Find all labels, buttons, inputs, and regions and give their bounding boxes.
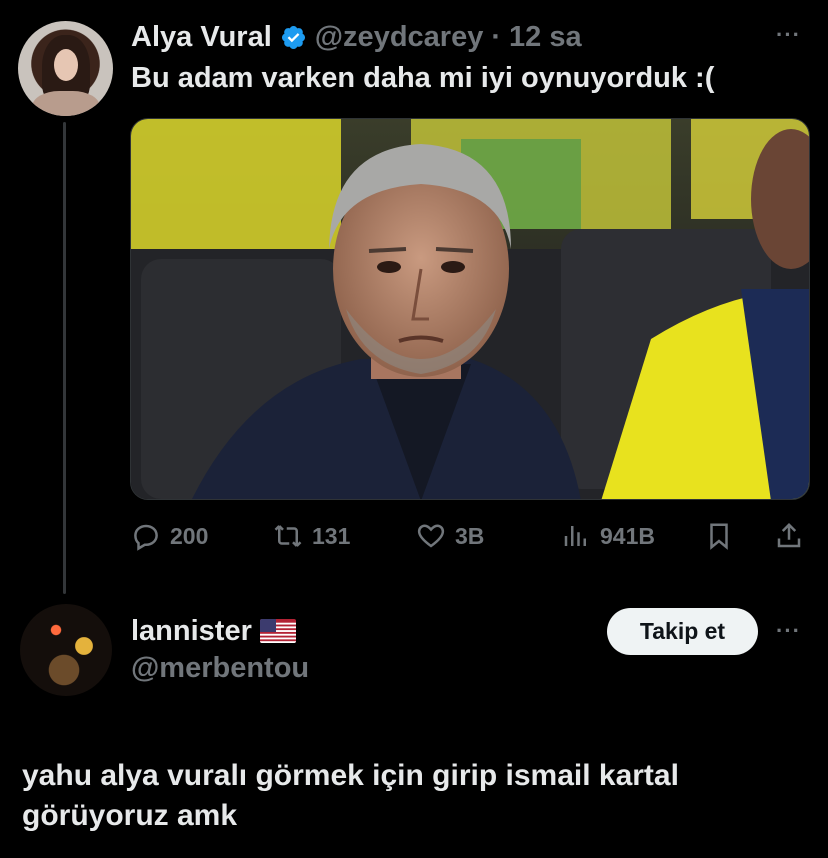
author-handle[interactable]: @zeydcarey: [315, 21, 484, 54]
author-name[interactable]: lannister: [131, 615, 252, 648]
reply-icon: [134, 524, 158, 551]
avatar[interactable]: [18, 21, 113, 116]
repost-icon: [274, 525, 302, 547]
more-options-icon[interactable]: ···: [776, 618, 801, 644]
view-count: 941B: [600, 522, 655, 549]
analytics-icon: [564, 526, 586, 546]
photo-illustration: [131, 119, 809, 499]
tweet-actions: 200 131 3B 941B: [131, 516, 811, 556]
share-icon: [777, 522, 801, 548]
timestamp[interactable]: · 12 sa: [491, 21, 581, 54]
avatar[interactable]: [20, 604, 112, 696]
reply-button[interactable]: 200: [131, 516, 208, 556]
tweet-text: Bu adam varken daha mi iyi oynuyorduk :(: [131, 62, 715, 94]
like-button[interactable]: 3B: [416, 516, 484, 556]
more-options-icon[interactable]: ···: [776, 22, 801, 48]
views-button[interactable]: 941B: [561, 516, 655, 556]
us-flag-icon: [259, 619, 296, 643]
heart-icon: [417, 524, 445, 548]
repost-button[interactable]: 131: [273, 516, 350, 556]
tweet-header: Alya Vural @zeydcarey · 12 sa: [131, 18, 582, 56]
tweet-image[interactable]: [130, 118, 810, 500]
reply-header: lannister: [131, 612, 296, 650]
author-handle[interactable]: @merbentou: [131, 652, 309, 685]
like-count: 3B: [455, 522, 485, 549]
follow-button[interactable]: Takip et: [607, 608, 758, 655]
reply-text: yahu alya vuralı görmek için girip ismai…: [22, 759, 679, 832]
thread-line: [63, 122, 66, 594]
bookmark-icon: [710, 523, 728, 550]
author-name[interactable]: Alya Vural: [131, 21, 272, 54]
reply-count: 200: [170, 522, 209, 549]
repost-count: 131: [312, 522, 351, 549]
bookmark-button[interactable]: [704, 516, 734, 556]
verified-badge-icon: [281, 25, 305, 49]
share-button[interactable]: [774, 516, 804, 556]
